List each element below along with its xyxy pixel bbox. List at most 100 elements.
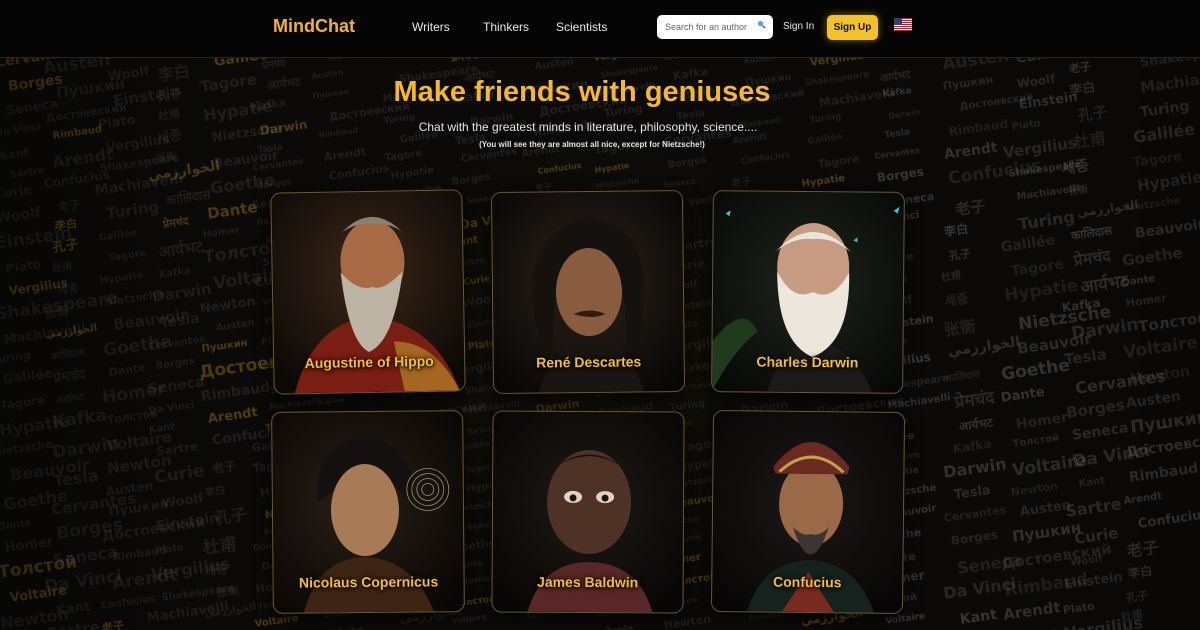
background-name-word: Curie	[0, 182, 34, 203]
background-name-word: Hypatie	[594, 161, 630, 175]
hero-note: (You will see they are almost all nice, …	[479, 140, 705, 149]
background-name-word: प्रेमचंद	[953, 387, 996, 413]
background-name-word: 杜甫	[1120, 607, 1144, 624]
background-name-word: Kafka	[952, 436, 993, 456]
genius-card-baldwin[interactable]: James Baldwin	[491, 410, 685, 614]
background-name-word: 孔子	[213, 504, 248, 528]
background-name-word: Goethe	[1121, 243, 1184, 270]
genius-card-confucius[interactable]: Confucius	[710, 410, 906, 614]
background-name-word: Homer	[202, 224, 241, 241]
background-name-word: 张衡	[155, 151, 177, 165]
background-name-word: Dante	[108, 360, 147, 379]
background-name-word: Homer	[1125, 291, 1168, 310]
background-name-word: Seneca	[147, 374, 206, 398]
background-name-word: Austen	[215, 317, 256, 334]
sign-in-link[interactable]: Sign In	[783, 21, 814, 32]
background-name-word: Tagore	[1132, 149, 1184, 171]
background-name-word: प्रेमचंद	[885, 58, 905, 61]
background-name-word: Seneca	[1071, 420, 1130, 444]
card-name: Confucius	[772, 573, 842, 591]
background-name-word: Plato	[742, 627, 776, 630]
nav-thinkers[interactable]: Thinkers	[483, 20, 529, 34]
background-name-word: Hypatie	[801, 172, 846, 190]
background-name-word: Beauvoir	[1134, 216, 1200, 242]
background-name-word: कालिदास	[165, 187, 212, 209]
site-logo[interactable]: MindChat	[273, 16, 355, 37]
background-name-word: Seneca	[663, 176, 697, 190]
card-name: Augustine of Hippo	[304, 352, 434, 372]
background-name-word: आर्यभट	[55, 392, 85, 407]
background-name-word: Arendt	[1123, 490, 1163, 507]
background-name-word: Galilée	[98, 227, 138, 244]
background-name-word: Darwin	[888, 107, 921, 121]
background-name-word: 李白	[204, 485, 226, 499]
background-name-word: Hypatie	[99, 269, 144, 287]
background-name-word: Plato	[1062, 599, 1096, 617]
background-name-word: Confucius	[1137, 507, 1200, 532]
background-name-word: Tesla	[953, 482, 992, 503]
background-name-word: 杜甫	[201, 534, 239, 559]
background-name-word: Darwin	[942, 454, 1008, 482]
background-name-word: 李白	[1127, 563, 1154, 581]
background-name-word: कालिदास	[945, 369, 981, 385]
genius-card-copernicus[interactable]: Nicolaus Copernicus	[271, 410, 465, 614]
background-name-word: 세종	[56, 280, 81, 298]
background-name-word: Vergilius	[381, 58, 437, 62]
genius-card-darwin[interactable]: Charles Darwin	[711, 190, 905, 394]
search-box	[657, 15, 773, 39]
background-name-word: Cervantes	[943, 503, 1007, 525]
background-name-word: Woolf	[0, 204, 42, 227]
background-name-word: Curie	[1015, 58, 1058, 67]
background-name-word: 세종	[943, 291, 970, 310]
background-name-word: 세종	[1060, 156, 1091, 178]
us-flag-icon[interactable]	[894, 18, 912, 31]
background-name-word: Austen	[534, 58, 575, 73]
sign-up-button[interactable]: Sign Up	[827, 15, 878, 40]
background-name-word: 세종	[204, 561, 229, 579]
background-name-word: 张衡	[942, 316, 977, 340]
background-name-word: Homer	[4, 534, 55, 556]
background-name-word: Borges	[1065, 395, 1126, 422]
background-name-word: Plato	[329, 623, 366, 630]
background-name-word: Kafka	[158, 265, 192, 281]
background-name-word: 老子	[57, 197, 81, 214]
background-name-word: 李白	[943, 221, 970, 239]
background-name-word: Newton	[327, 58, 371, 64]
background-name-word: 李白	[54, 216, 78, 233]
background-name-word: Voltaire	[1122, 332, 1200, 363]
nav-writers[interactable]: Writers	[412, 20, 450, 34]
genius-card-augustine[interactable]: Augustine of Hippo	[270, 189, 466, 395]
card-name: James Baldwin	[537, 573, 639, 591]
background-name-word: Tagore	[108, 247, 148, 264]
background-name-word: Newton	[663, 612, 712, 630]
background-name-word: Толстой	[1137, 308, 1200, 336]
background-name-word: 张衡	[216, 583, 240, 600]
background-name-word: Tagore	[0, 392, 47, 413]
card-name: Nicolaus Copernicus	[298, 573, 439, 591]
background-name-word: 老子	[1125, 537, 1160, 561]
hero-title: Make friends with geniuses	[393, 76, 771, 108]
background-name-word: Borges	[950, 527, 999, 548]
background-name-word: Arendt	[1002, 597, 1062, 624]
background-name-word: Nietzsche	[595, 175, 640, 191]
background-name-word: Machiavelli	[269, 395, 321, 412]
background-name-word: 孔子	[51, 237, 80, 256]
background-name-word: Nietzsche	[0, 437, 54, 459]
background-name-word: 老子	[211, 458, 238, 476]
background-name-word: Turing	[146, 627, 201, 630]
background-name-word: 老子	[101, 618, 125, 630]
background-name-word: कालिदास	[50, 347, 86, 363]
background-name-word: 张衡	[1067, 184, 1089, 198]
nav-scientists[interactable]: Scientists	[556, 20, 607, 34]
genius-card-descartes[interactable]: René Descartes	[490, 190, 686, 394]
background-name-word: Dante	[1000, 384, 1046, 406]
background-name-word: प्रेमचंद	[1072, 245, 1112, 270]
search-input[interactable]	[665, 18, 751, 36]
background-name-word: 老子	[730, 176, 752, 190]
background-name-word: Austen	[743, 58, 776, 66]
background-name-word: Confucius	[328, 161, 390, 183]
background-name-word: Kant	[55, 599, 92, 619]
search-icon[interactable]	[757, 20, 766, 29]
background-name-word: Newton	[1010, 479, 1059, 499]
background-name-word: Borges	[155, 355, 196, 372]
